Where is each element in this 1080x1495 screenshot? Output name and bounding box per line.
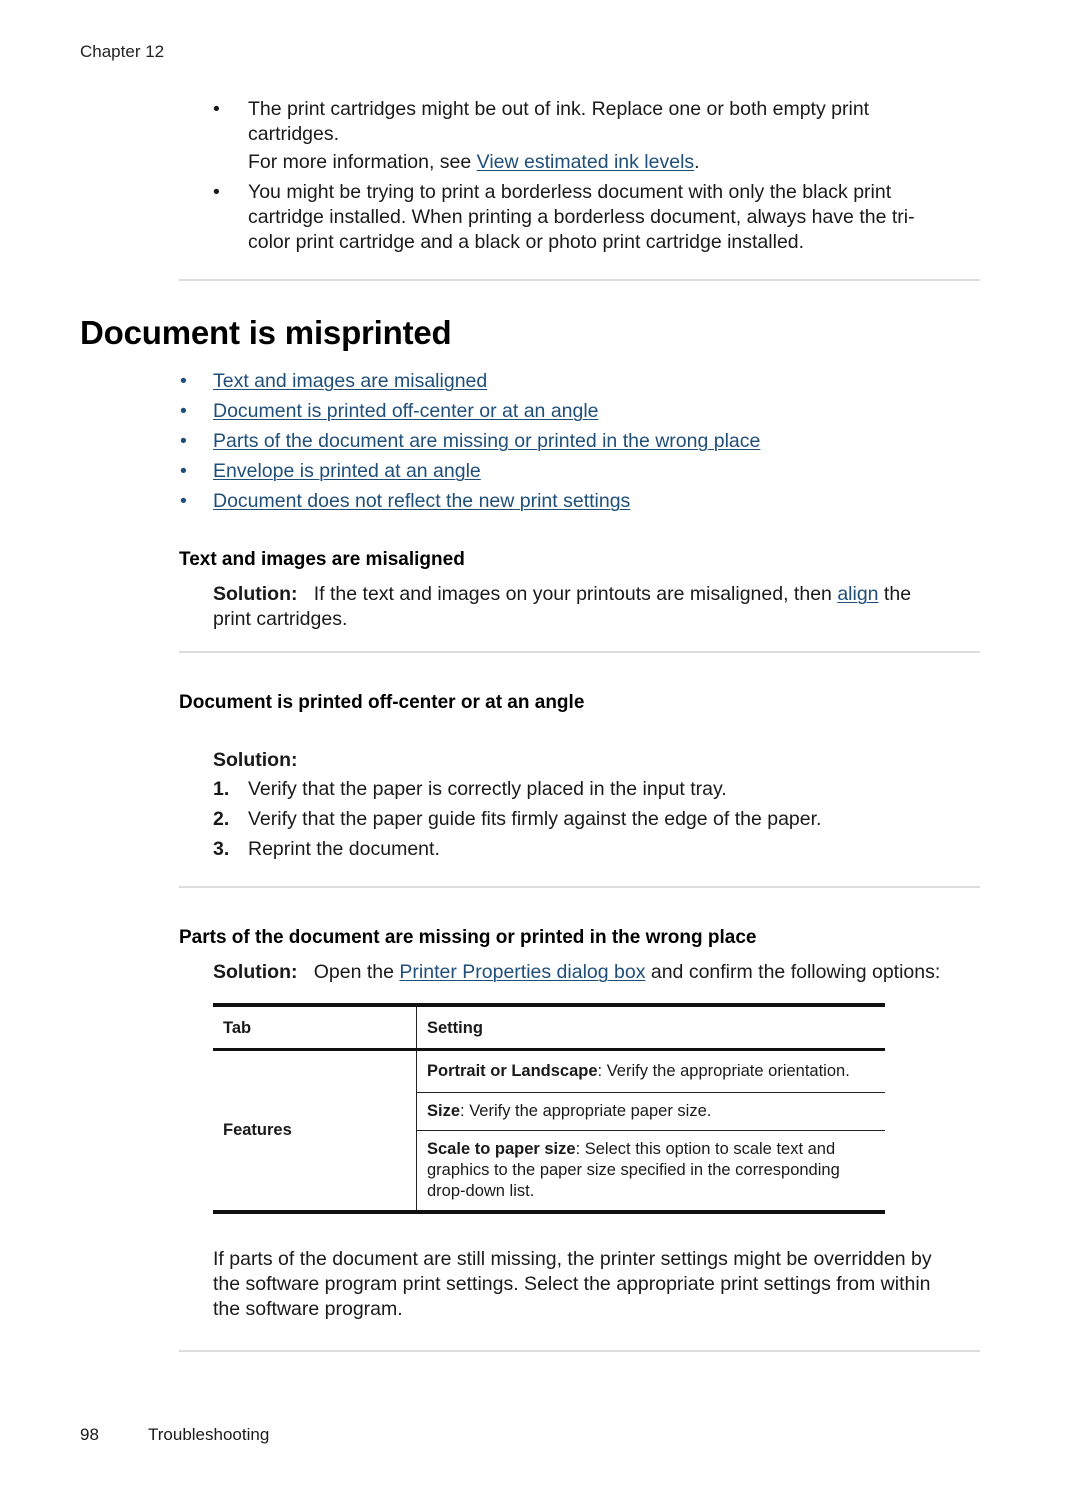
toc-item[interactable]: • Text and images are misaligned	[180, 370, 487, 393]
misaligned-solution-line2: print cartridges.	[213, 608, 348, 630]
setting-name: Scale to paper size	[427, 1140, 576, 1158]
bullet-dot: •	[180, 460, 187, 482]
toc-link-missing-parts[interactable]: Parts of the document are missing or pri…	[213, 430, 760, 452]
chapter-label: Chapter 12	[80, 42, 165, 61]
table-row: Features Portrait or Landscape: Verify t…	[213, 1049, 886, 1214]
toc-link-misaligned[interactable]: Text and images are misaligned	[213, 370, 487, 392]
view-ink-levels-link[interactable]: View estimated ink levels	[477, 151, 695, 173]
toc-item[interactable]: • Document is printed off-center or at an…	[180, 400, 599, 423]
more-info-line: For more information, see View estimated…	[248, 150, 700, 175]
intro-bullet-2-line1: You might be trying to print a borderles…	[248, 181, 892, 203]
bullet-dot: •	[180, 490, 187, 512]
page-title: Document is misprinted	[80, 314, 452, 351]
section-divider	[179, 886, 980, 888]
setting-name: Size	[427, 1102, 461, 1120]
section-divider	[179, 651, 980, 653]
settings-table: Tab Setting Features Portrait or Landsca…	[213, 1003, 885, 1214]
solution-text: Open the	[313, 961, 400, 983]
intro-bullet-2-line3: color print cartridge and a black or pho…	[248, 231, 805, 253]
solution-label: Solution:	[213, 749, 298, 771]
setting-desc: : Verify the appropriate paper size.	[460, 1102, 712, 1120]
setting-cell: Scale to paper size: Select this option …	[416, 1130, 885, 1214]
solution-text-after: and confirm the following options:	[645, 961, 941, 983]
bullet-dot: •	[180, 400, 187, 422]
page-number: 98	[80, 1425, 99, 1444]
section-divider	[179, 1350, 980, 1352]
printer-properties-link[interactable]: Printer Properties dialog box	[399, 961, 645, 983]
intro-bullet-1-line1: The print cartridges might be out of ink…	[248, 98, 870, 120]
intro-bullet-1-line2: cartridges.	[248, 123, 340, 145]
bullet-dot: •	[213, 98, 220, 120]
heading-missing-parts: Parts of the document are missing or pri…	[179, 927, 757, 948]
toc-link-off-center[interactable]: Document is printed off-center or at an …	[213, 400, 599, 422]
toc-item[interactable]: • Envelope is printed at an angle	[180, 460, 481, 483]
setting-cell: Portrait or Landscape: Verify the approp…	[417, 1050, 886, 1093]
section-divider	[179, 279, 980, 281]
solution-label: Solution:	[213, 583, 298, 605]
toc-item[interactable]: • Parts of the document are missing or pr…	[180, 430, 760, 453]
followup-line2: the software program print settings. Sel…	[213, 1273, 931, 1295]
heading-off-center: Document is printed off-center or at an …	[179, 692, 585, 713]
bullet-dot: •	[213, 181, 220, 203]
more-info-suffix: .	[694, 151, 700, 173]
table-header-tab: Tab	[213, 1003, 417, 1051]
solution-text-after: the	[878, 583, 912, 605]
tab-cell: Features	[213, 1049, 417, 1214]
missing-solution: Solution: Open the Printer Properties di…	[213, 960, 940, 985]
step-text: Reprint the document.	[248, 838, 440, 860]
step-text: Verify that the paper is correctly place…	[248, 778, 727, 800]
toc-link-new-settings[interactable]: Document does not reflect the new print …	[213, 490, 630, 512]
footer-section-label: Troubleshooting	[148, 1425, 270, 1444]
step-text: Verify that the paper guide fits firmly …	[248, 808, 822, 830]
solution-text: If the text and images on your printouts…	[313, 583, 838, 605]
toc-link-envelope[interactable]: Envelope is printed at an angle	[213, 460, 481, 482]
followup-line1: If parts of the document are still missi…	[213, 1248, 932, 1270]
step-number: 1.	[213, 778, 230, 800]
table-header-setting: Setting	[416, 1003, 885, 1051]
align-link[interactable]: align	[837, 583, 878, 605]
heading-misaligned: Text and images are misaligned	[179, 549, 465, 570]
setting-desc: : Verify the appropriate orientation.	[597, 1062, 850, 1080]
intro-bullet-2-line2: cartridge installed. When printing a bor…	[248, 206, 915, 228]
followup-line3: the software program.	[213, 1298, 403, 1320]
bullet-dot: •	[180, 370, 187, 392]
bullet-dot: •	[180, 430, 187, 452]
setting-cell: Size: Verify the appropriate paper size.	[416, 1092, 885, 1131]
more-info-prefix: For more information, see	[248, 151, 477, 173]
solution-label: Solution:	[213, 961, 298, 983]
step-number: 3.	[213, 838, 230, 860]
setting-name: Portrait or Landscape	[427, 1062, 598, 1080]
toc-item[interactable]: • Document does not reflect the new print…	[180, 490, 630, 513]
step-number: 2.	[213, 808, 230, 830]
misaligned-solution: Solution: If the text and images on your…	[213, 582, 911, 607]
